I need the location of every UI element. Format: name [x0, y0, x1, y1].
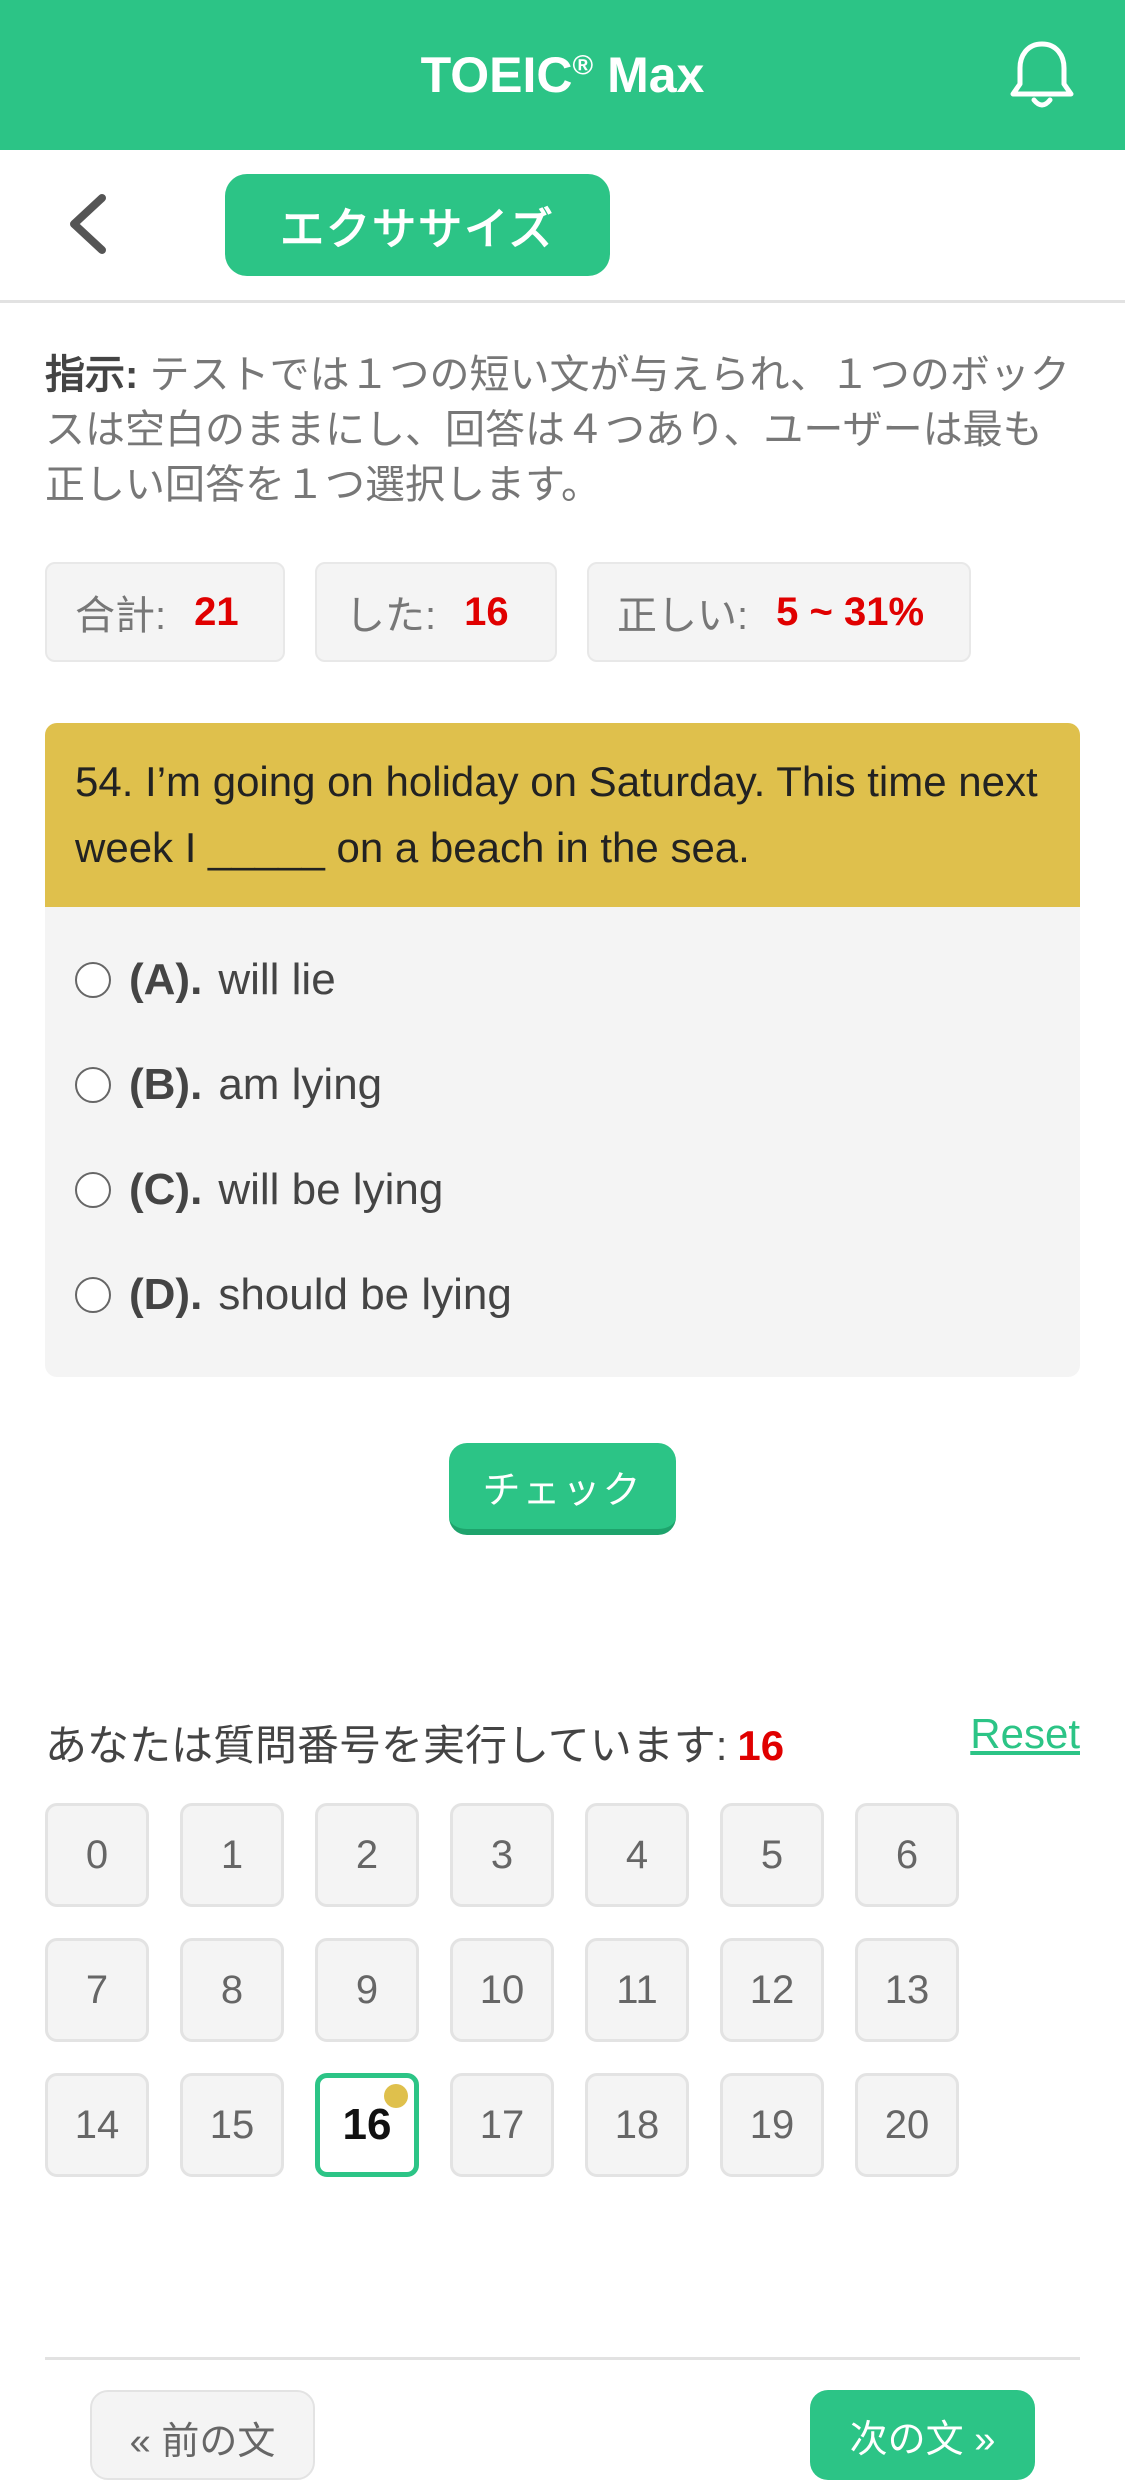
check-button[interactable]: チェック: [449, 1443, 676, 1535]
question-number-label: 16: [342, 2100, 392, 2149]
question-number-label: 1: [220, 1832, 244, 1877]
bell-icon[interactable]: [1007, 38, 1077, 112]
question-number-label: 6: [895, 1832, 919, 1877]
question-number-label: 10: [479, 1967, 525, 2012]
question-number-button[interactable]: 16: [315, 2073, 419, 2177]
prev-sentence-button[interactable]: « 前の文: [90, 2390, 315, 2480]
current-question-number: 16: [737, 1722, 785, 1769]
app-title: TOEIC® Max: [420, 47, 705, 103]
question-number-label: 0: [85, 1832, 109, 1877]
question-number-button[interactable]: 7: [45, 1938, 149, 2042]
question-number-button[interactable]: 14: [45, 2073, 149, 2177]
question-text: 54. I’m going on holiday on Saturday. Th…: [45, 723, 1080, 907]
question-number-label: 12: [749, 1967, 795, 2012]
question-number-button[interactable]: 11: [585, 1938, 689, 2042]
question-number-label: 20: [884, 2102, 930, 2147]
stat-done: した: 16: [315, 562, 557, 662]
option-c[interactable]: (C). will be lying: [75, 1137, 1050, 1242]
question-number-label: 7: [85, 1967, 109, 2012]
question-number-button[interactable]: 2: [315, 1803, 419, 1907]
exercise-tab[interactable]: エクササイズ: [225, 174, 610, 276]
radio-button[interactable]: [75, 1066, 111, 1103]
question-number-label: 17: [479, 2102, 525, 2147]
question-number-label: 4: [625, 1832, 649, 1877]
question-number-label: 19: [749, 2102, 795, 2147]
option-b[interactable]: (B). am lying: [75, 1032, 1050, 1137]
question-number-button[interactable]: 6: [855, 1803, 959, 1907]
question-number-label: 8: [220, 1967, 244, 2012]
question-number-label: 11: [616, 1967, 658, 2012]
option-a[interactable]: (A). will lie: [75, 927, 1050, 1032]
question-number-button[interactable]: 10: [450, 1938, 554, 2042]
question-number-grid: 0 1 2 3 4 5 6 7 8 9 10 11 12 13 14 15 16 17 18 19 20: [45, 1803, 959, 2177]
instructions: 指示: テストでは１つの短い文が与えられ、１つのボックスは空白のままにし、回答は…: [45, 348, 1080, 513]
question-number-label: 18: [614, 2102, 660, 2147]
question-number-label: 15: [209, 2102, 255, 2147]
question-number-label: 3: [490, 1832, 514, 1877]
current-indicator-dot: [384, 2084, 408, 2108]
question-number-button[interactable]: 1: [180, 1803, 284, 1907]
question-number-label: 5: [760, 1832, 784, 1877]
option-d[interactable]: (D). should be lying: [75, 1242, 1050, 1347]
question-number-label: 9: [355, 1967, 379, 2012]
question-number-button[interactable]: 13: [855, 1938, 959, 2042]
radio-button[interactable]: [75, 1171, 111, 1208]
chevron-left-icon[interactable]: [62, 192, 118, 256]
radio-button[interactable]: [75, 961, 111, 998]
instructions-text: テストでは１つの短い文が与えられ、１つのボックスは空白のままにし、回答は４つあり…: [45, 353, 1070, 507]
radio-button[interactable]: [75, 1276, 111, 1313]
question-number-button[interactable]: 17: [450, 2073, 554, 2177]
question-number-button[interactable]: 3: [450, 1803, 554, 1907]
question-number-button[interactable]: 0: [45, 1803, 149, 1907]
progress-status: あなたは質問番号を実行しています: 16: [45, 1722, 785, 1769]
app-header: TOEIC® Max: [0, 0, 1125, 150]
question-number-label: 14: [74, 2102, 120, 2147]
question-number-button[interactable]: 9: [315, 1938, 419, 2042]
reset-link[interactable]: Reset: [970, 1710, 1080, 1758]
question-number-button[interactable]: 12: [720, 1938, 824, 2042]
next-sentence-button[interactable]: 次の文 »: [810, 2390, 1035, 2480]
question-number-button[interactable]: 19: [720, 2073, 824, 2177]
question-number-button[interactable]: 20: [855, 2073, 959, 2177]
question-number-label: 13: [884, 1967, 930, 2012]
instructions-label: 指示:: [45, 353, 139, 397]
stat-correct: 正しい: 5 ~ 31%: [587, 562, 971, 662]
sub-header: エクササイズ: [0, 150, 1125, 303]
question-number-button[interactable]: 8: [180, 1938, 284, 2042]
question-number-button[interactable]: 15: [180, 2073, 284, 2177]
answer-options: (A). will lie (B). am lying (C). will be ly…: [45, 907, 1080, 1377]
question-number-button[interactable]: 5: [720, 1803, 824, 1907]
question-number-label: 2: [355, 1832, 379, 1877]
stat-total: 合計: 21: [45, 562, 285, 662]
question-number-button[interactable]: 18: [585, 2073, 689, 2177]
stats-bar: 合計: 21 した: 16 正しい: 5 ~ 31%: [45, 562, 971, 662]
question-card: 54. I’m going on holiday on Saturday. Th…: [45, 723, 1080, 1377]
question-number-button[interactable]: 4: [585, 1803, 689, 1907]
divider: [45, 2357, 1080, 2360]
